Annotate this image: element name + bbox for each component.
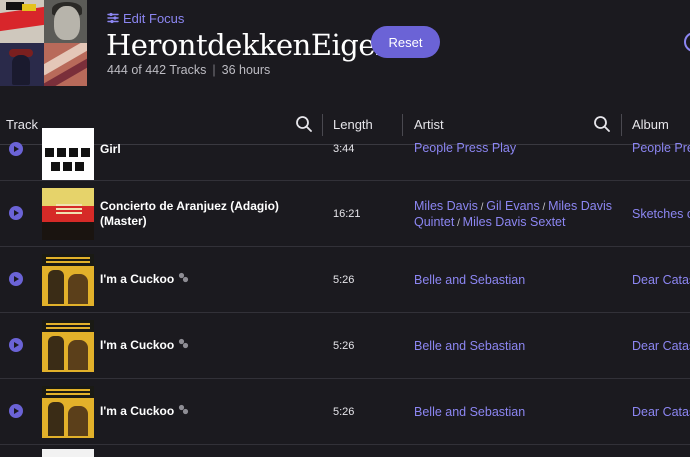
tag-icon <box>178 272 189 287</box>
table-row[interactable]: Concierto de Aranjuez (Adagio) (Master) … <box>0 181 690 247</box>
table-row[interactable] <box>0 445 690 457</box>
column-divider[interactable] <box>402 114 403 136</box>
artist-link[interactable]: People Press Play <box>414 141 619 156</box>
track-title[interactable]: I'm a Cuckoo <box>100 272 174 286</box>
album-art <box>42 254 94 306</box>
table-row[interactable]: I'm a Cuckoo 5:26 Belle and Sebastian De… <box>0 379 690 445</box>
search-icon[interactable] <box>593 115 611 133</box>
edit-focus-link[interactable]: Edit Focus <box>107 9 184 27</box>
reset-button[interactable]: Reset <box>371 26 440 58</box>
track-length: 5:26 <box>333 340 355 352</box>
track-title-cell: I'm a Cuckoo <box>100 404 189 419</box>
tag-icon <box>178 338 189 353</box>
track-length: 5:26 <box>333 274 355 286</box>
column-header-track[interactable]: Track <box>6 104 38 144</box>
track-length: 3:44 <box>333 143 355 155</box>
column-header-bar: Track Length Artist Album <box>0 104 690 145</box>
play-icon[interactable] <box>9 404 23 418</box>
column-header-length[interactable]: Length <box>333 104 373 144</box>
album-link[interactable]: Dear Catas <box>632 405 690 419</box>
table-row[interactable]: Girl 3:44 People Press Play People Pre <box>0 128 690 181</box>
cover-art-tile <box>0 0 44 43</box>
artist-link[interactable]: Belle and Sebastian <box>414 273 619 288</box>
playlist-cover-mosaic <box>0 0 87 86</box>
track-title-cell: I'm a Cuckoo <box>100 272 189 287</box>
artist-link[interactable]: Miles Davis <box>414 199 478 213</box>
play-icon[interactable] <box>9 142 23 156</box>
track-title[interactable]: Girl <box>100 142 121 157</box>
artist-link[interactable]: Miles Davis Sextet <box>463 215 566 229</box>
column-divider[interactable] <box>621 114 622 136</box>
playlist-title: HerontdekkenEigen <box>106 28 394 62</box>
playlist-header: Edit Focus HerontdekkenEigen 444 of 442 … <box>0 0 690 100</box>
stats-separator: | <box>212 63 216 77</box>
album-link[interactable]: Sketches o <box>632 207 690 221</box>
track-title-cell: I'm a Cuckoo <box>100 338 189 353</box>
track-title[interactable]: Concierto de Aranjuez (Adagio) (Master) <box>100 199 315 229</box>
album-link[interactable]: Dear Catas <box>632 339 690 353</box>
more-options-icon[interactable] <box>684 32 690 52</box>
play-icon[interactable] <box>9 206 23 220</box>
cover-art-tile <box>43 43 87 86</box>
track-title[interactable]: I'm a Cuckoo <box>100 338 174 352</box>
column-header-artist[interactable]: Artist <box>414 104 444 144</box>
sliders-icon <box>107 12 119 24</box>
cover-art-tile <box>43 0 87 43</box>
album-link[interactable]: Dear Catas <box>632 273 690 287</box>
play-icon[interactable] <box>9 272 23 286</box>
track-count: 444 of 442 Tracks <box>107 63 207 77</box>
track-length: 5:26 <box>333 406 355 418</box>
album-link[interactable]: People Pre <box>632 141 690 155</box>
column-header-album[interactable]: Album <box>632 104 669 144</box>
track-title[interactable]: I'm a Cuckoo <box>100 404 174 418</box>
album-art <box>42 188 94 240</box>
play-icon[interactable] <box>9 338 23 352</box>
total-duration: 36 hours <box>221 63 271 77</box>
cover-art-tile <box>0 43 44 86</box>
table-row[interactable]: I'm a Cuckoo 5:26 Belle and Sebastian De… <box>0 313 690 379</box>
artist-list: Miles Davis / Gil Evans / Miles Davis Qu… <box>414 199 612 229</box>
artist-link[interactable]: Gil Evans <box>486 199 540 213</box>
artist-link[interactable]: Belle and Sebastian <box>414 405 619 420</box>
table-row[interactable]: I'm a Cuckoo 5:26 Belle and Sebastian De… <box>0 247 690 313</box>
album-art <box>42 320 94 372</box>
track-length: 16:21 <box>333 208 361 220</box>
edit-focus-label: Edit Focus <box>123 10 185 26</box>
search-icon[interactable] <box>295 115 313 133</box>
column-divider[interactable] <box>322 114 323 136</box>
tag-icon <box>178 404 189 419</box>
playlist-stats: 444 of 442 Tracks | 36 hours <box>107 63 270 77</box>
artist-link[interactable]: Belle and Sebastian <box>414 339 619 354</box>
album-art <box>42 386 94 438</box>
album-art <box>42 128 94 180</box>
